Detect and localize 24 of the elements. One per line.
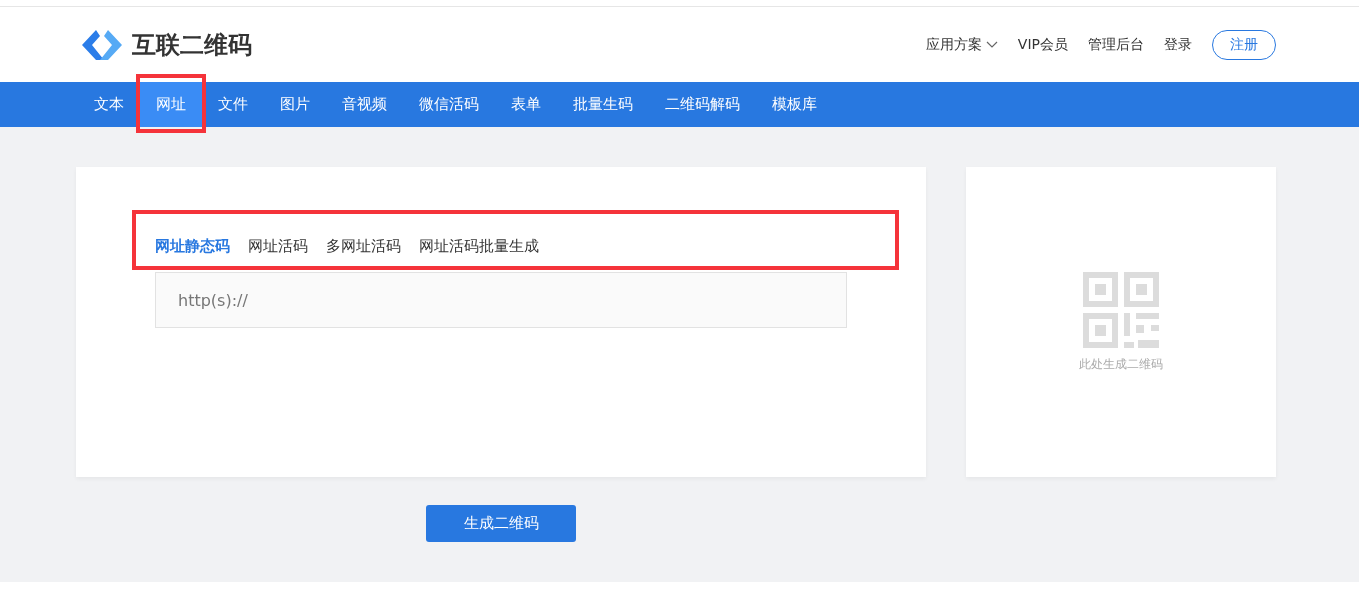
preview-caption: 此处生成二维码 <box>1079 355 1163 373</box>
sub-tab[interactable]: 多网址活码 <box>326 236 401 256</box>
nav-tab[interactable]: 批量生码 <box>557 82 649 127</box>
nav-tab[interactable]: 图片 <box>264 82 326 127</box>
nav-tab[interactable]: 文本 <box>78 82 140 127</box>
header-link[interactable]: 管理后台 <box>1088 35 1144 54</box>
nav-tab[interactable]: 二维码解码 <box>649 82 756 127</box>
sub-tab[interactable]: 网址活码 <box>248 236 308 256</box>
nav-tab[interactable]: 音视频 <box>326 82 403 127</box>
header-link[interactable]: VIP会员 <box>1017 35 1068 54</box>
nav-tab[interactable]: 模板库 <box>756 82 833 127</box>
nav-tab[interactable]: 微信活码 <box>403 82 495 127</box>
header-link[interactable]: 登录 <box>1164 35 1192 54</box>
nav-tab[interactable]: 文件 <box>202 82 264 127</box>
nav-tab[interactable]: 网址 <box>140 82 202 127</box>
logo-text: 互联二维码 <box>132 29 252 61</box>
qr-code-icon <box>1083 271 1159 348</box>
sub-tab[interactable]: 网址静态码 <box>155 236 230 256</box>
generate-button[interactable]: 生成二维码 <box>426 505 576 542</box>
nav-tab[interactable]: 表单 <box>495 82 557 127</box>
sub-tab[interactable]: 网址活码批量生成 <box>419 236 539 256</box>
header-link[interactable]: 应用方案 <box>925 35 998 54</box>
register-button[interactable]: 注册 <box>1212 29 1276 60</box>
url-input-field[interactable]: http(s):// <box>155 272 847 328</box>
